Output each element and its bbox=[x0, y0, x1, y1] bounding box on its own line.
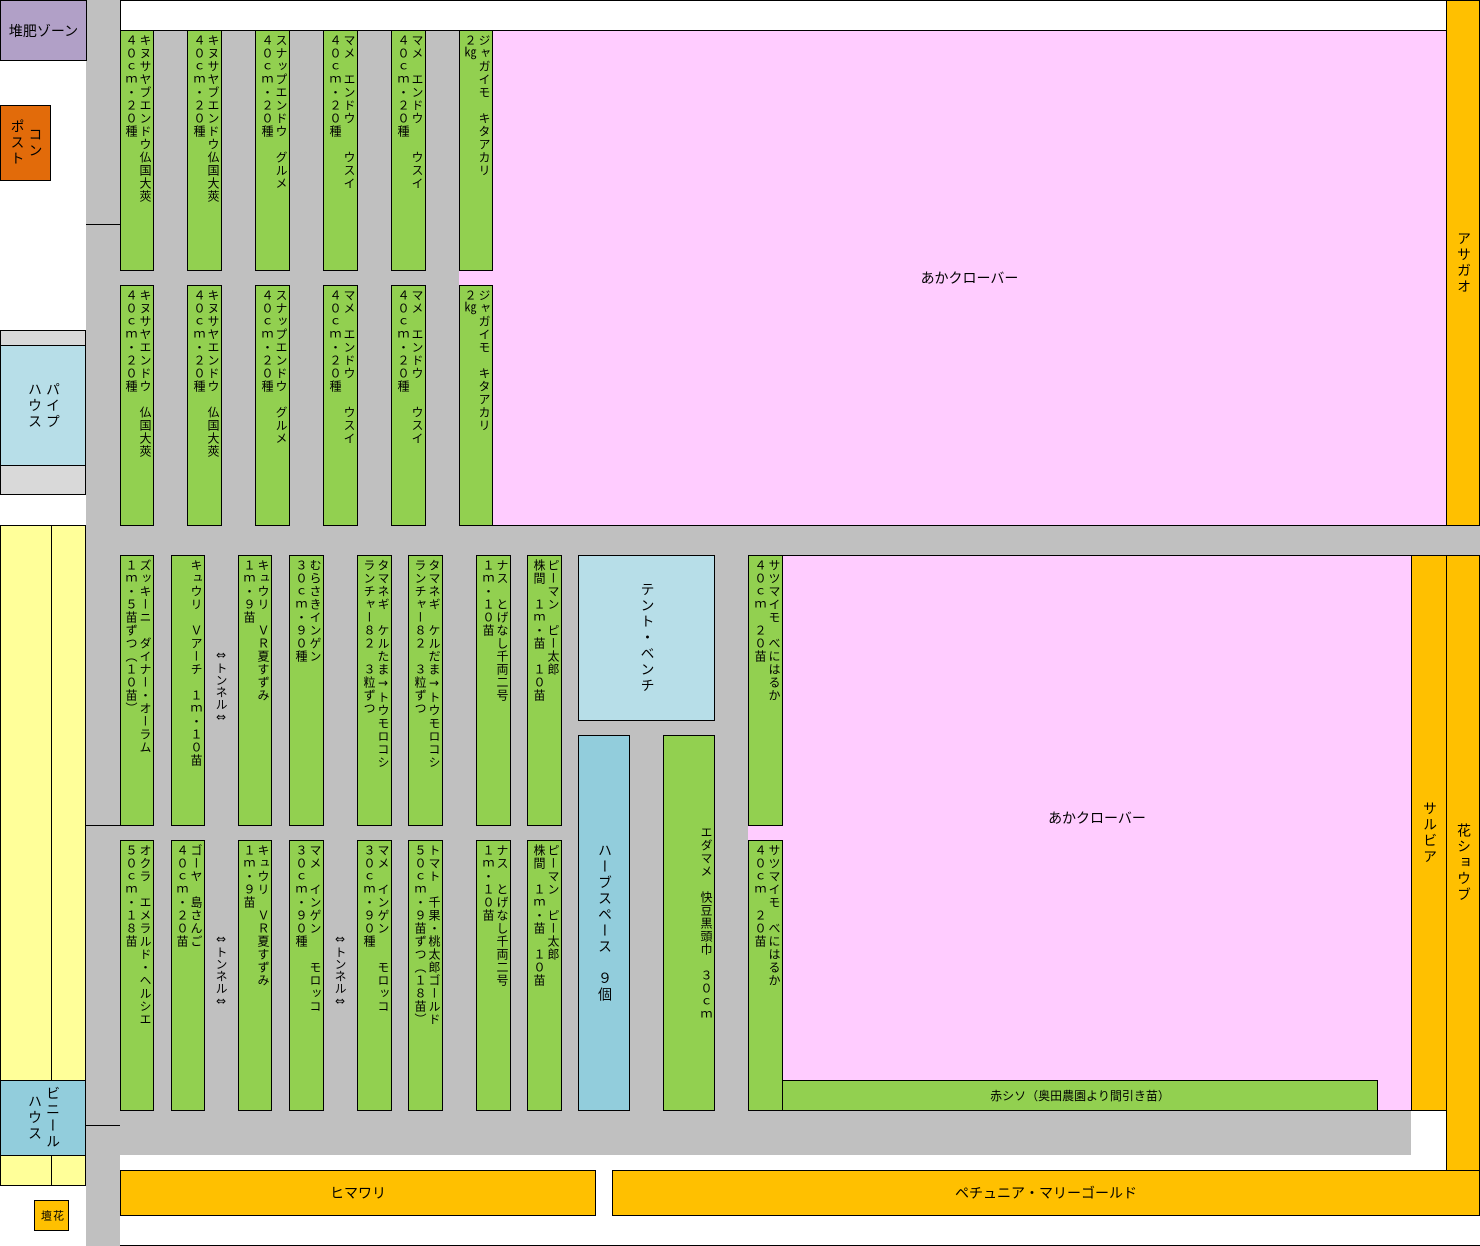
bed-bot2-2: ゴーヤ 島さんご ４０ｃｍ・２０苗 bbox=[171, 840, 205, 1111]
bed-top1-2: キヌサヤブエンドウ仏国大莢 ４０ｃｍ・２０種 bbox=[187, 30, 222, 271]
bed-bot2-8: ピーマン ピー太郎 株間 １ｍ・苗 １０苗 bbox=[527, 840, 562, 1111]
bed-bot1-7: ナス とげなし千両二号 １ｍ・１０苗 bbox=[476, 555, 511, 826]
path-left-divider-2 bbox=[86, 825, 120, 826]
bed-bot1-5: タマネギ ケルたま→トウモロコシ ランチャー８２ ３粒ずつ bbox=[357, 555, 392, 826]
bed-bot2-5: マメ インゲン モロッコ ３０ｃｍ・９０種 bbox=[357, 840, 392, 1111]
clover-top-label: あかクローバー bbox=[920, 271, 1019, 287]
bed-top1-3: スナップエンドウ グルメ ４０ｃｍ・２０種 bbox=[255, 30, 290, 271]
pipe-house-label: パイプ ハウス bbox=[26, 381, 60, 430]
salvia-label: サルビア bbox=[1421, 801, 1437, 865]
clover-bottom-label: あかクローバー bbox=[1048, 811, 1146, 827]
bed-top1-1: キヌサヤブエンドウ仏国大莢 ４０ｃｍ・２０種 bbox=[120, 30, 154, 271]
bed-bot2-7: ナス とげなし千両二号 １ｍ・１０苗 bbox=[476, 840, 511, 1111]
field-top-border bbox=[120, 0, 1447, 31]
bed-top1-6: ジャガイモ キタアカリ ２㎏ bbox=[459, 30, 493, 271]
bed-bot2-9: サツマイモ べにはるか ４０ｃｍ ２０苗 bbox=[748, 840, 783, 1111]
house-yellow-bottom-left bbox=[0, 1155, 52, 1186]
clover-top-gap bbox=[459, 270, 493, 286]
house-yellow-bottom-right bbox=[51, 1155, 86, 1186]
compost: コン ポスト bbox=[0, 105, 51, 181]
herb-space-label: ハーブスペース ９個 bbox=[596, 843, 612, 1003]
akashiso-label: 赤シソ（奥田農園より間引き苗） bbox=[990, 1089, 1170, 1103]
bed-bot1-3: キュウリ ＶＲ夏すずみ １ｍ・９苗 bbox=[238, 555, 272, 826]
path-bottom-horizontal bbox=[120, 1110, 1411, 1155]
house-yellow-left bbox=[0, 525, 52, 1081]
house-yellow-right bbox=[51, 525, 86, 1081]
pipe-house-strip-bottom bbox=[0, 465, 86, 495]
akashiso-bed: 赤シソ（奥田農園より間引き苗） bbox=[782, 1080, 1378, 1111]
bed-top1-4: マメ エンドウ ウスイ ４０ｃｍ・２０種 bbox=[323, 30, 358, 271]
edamame-label: エダマメ 快豆黒頭巾 ３０ｃｍ bbox=[699, 825, 713, 1021]
flowerbed: 花 壇 bbox=[34, 1200, 69, 1231]
petunia-marigold: ペチュニア・マリーゴールド bbox=[612, 1170, 1480, 1216]
bed-bot2-3: キュウリ ＶＲ夏すずみ １ｍ・９苗 bbox=[238, 840, 272, 1111]
compost-zone-label: 堆肥ゾーン bbox=[8, 23, 79, 40]
path-middle-horizontal bbox=[86, 525, 1480, 555]
bed-bot2-6: トマト 千果・桃太郎ゴールド ５０ｃｍ・９苗ずつ（１８苗） bbox=[408, 840, 443, 1111]
salvia: サルビア bbox=[1411, 555, 1447, 1111]
bed-bot1-1: ズッキーニ ダイナー・オーラム １ｍ・５苗ずつ（１０苗） bbox=[120, 555, 154, 826]
bed-top2-3: スナップエンドウ グルメ ４０ｃｍ・２０種 bbox=[255, 285, 290, 526]
bed-top2-6: ジャガイモ キタアカリ ２㎏ bbox=[459, 285, 493, 526]
bed-top2-2: キヌサヤエンドウ 仏国大莢 ４０ｃｍ・２０種 bbox=[187, 285, 222, 526]
bed-bot1-4: むらさきインゲン ３０ｃｍ・９０種 bbox=[289, 555, 324, 826]
bed-bot2-1: オクラ エメラルド・ヘルシエ ５０ｃｍ・１８苗 bbox=[120, 840, 154, 1111]
bed-bot1-9: サツマイモ べにはるか ４０ｃｍ ２０苗 bbox=[748, 555, 783, 826]
himawari-label: ヒマワリ bbox=[330, 1186, 386, 1202]
path-left-vertical bbox=[86, 0, 120, 1246]
bed-bot1-2: キュウリ Ｖアーチ １ｍ・１０苗 bbox=[171, 555, 205, 826]
petunia-label: ペチュニア・マリーゴールド bbox=[955, 1186, 1137, 1202]
clover-top: あかクローバー bbox=[492, 30, 1447, 526]
pipe-house: パイプ ハウス bbox=[0, 345, 86, 466]
flowerbed-label: 花 壇 bbox=[39, 1209, 65, 1222]
himawari: ヒマワリ bbox=[120, 1170, 596, 1216]
edamame-bed: エダマメ 快豆黒頭巾 ３０ｃｍ bbox=[663, 735, 715, 1111]
tunnel-label-2: ⇔トンネル⇔ bbox=[214, 932, 228, 1008]
bed-bot1-8: ピーマン ピー太郎 株間 １ｍ・苗 １０苗 bbox=[527, 555, 562, 826]
pipe-house-strip-top bbox=[0, 330, 86, 346]
tent-bench-label: テント・ベンチ bbox=[638, 582, 655, 694]
clover-bottom: あかクローバー bbox=[782, 555, 1412, 1111]
tunnel-label-1: ⇔トンネル⇔ bbox=[214, 648, 228, 724]
path-left-divider-3 bbox=[86, 1125, 120, 1126]
herb-space: ハーブスペース ９個 bbox=[578, 735, 630, 1111]
asagao: アサガオ bbox=[1446, 0, 1480, 526]
hana-shoubu-label: 花ショウブ bbox=[1455, 823, 1471, 903]
bed-top2-1: キヌサヤエンドウ 仏国大莢 ４０ｃｍ・２０種 bbox=[120, 285, 154, 526]
bed-top2-5: マメ エンドウ ウスイ ４０ｃｍ・２０種 bbox=[391, 285, 426, 526]
tunnel-label-3: ⇔トンネル⇔ bbox=[333, 932, 347, 1008]
path-left-divider-1 bbox=[86, 224, 120, 225]
clover-bottom-gap bbox=[748, 825, 783, 841]
bed-top1-5: マメ エンドウ ウスイ ４０ｃｍ・２０種 bbox=[391, 30, 426, 271]
bed-bot1-6: タマネギ ケルだま→トウモロコシ ランチャー８２ ３粒ずつ bbox=[408, 555, 443, 826]
vinyl-house-label: ビニール ハウス bbox=[26, 1086, 60, 1150]
compost-label: コン ポスト bbox=[8, 119, 43, 167]
path-top-area bbox=[120, 30, 493, 525]
compost-zone: 堆肥ゾーン bbox=[0, 0, 87, 61]
bed-bot2-4: マメ インゲン モロッコ ３０ｃｍ・９０種 bbox=[289, 840, 324, 1111]
asagao-label: アサガオ bbox=[1455, 231, 1471, 295]
vinyl-house: ビニール ハウス bbox=[0, 1080, 86, 1156]
bed-top2-4: マメ エンドウ ウスイ ４０ｃｍ・２０種 bbox=[323, 285, 358, 526]
tent-bench: テント・ベンチ bbox=[578, 555, 715, 721]
hana-shoubu: 花ショウブ bbox=[1446, 555, 1480, 1171]
